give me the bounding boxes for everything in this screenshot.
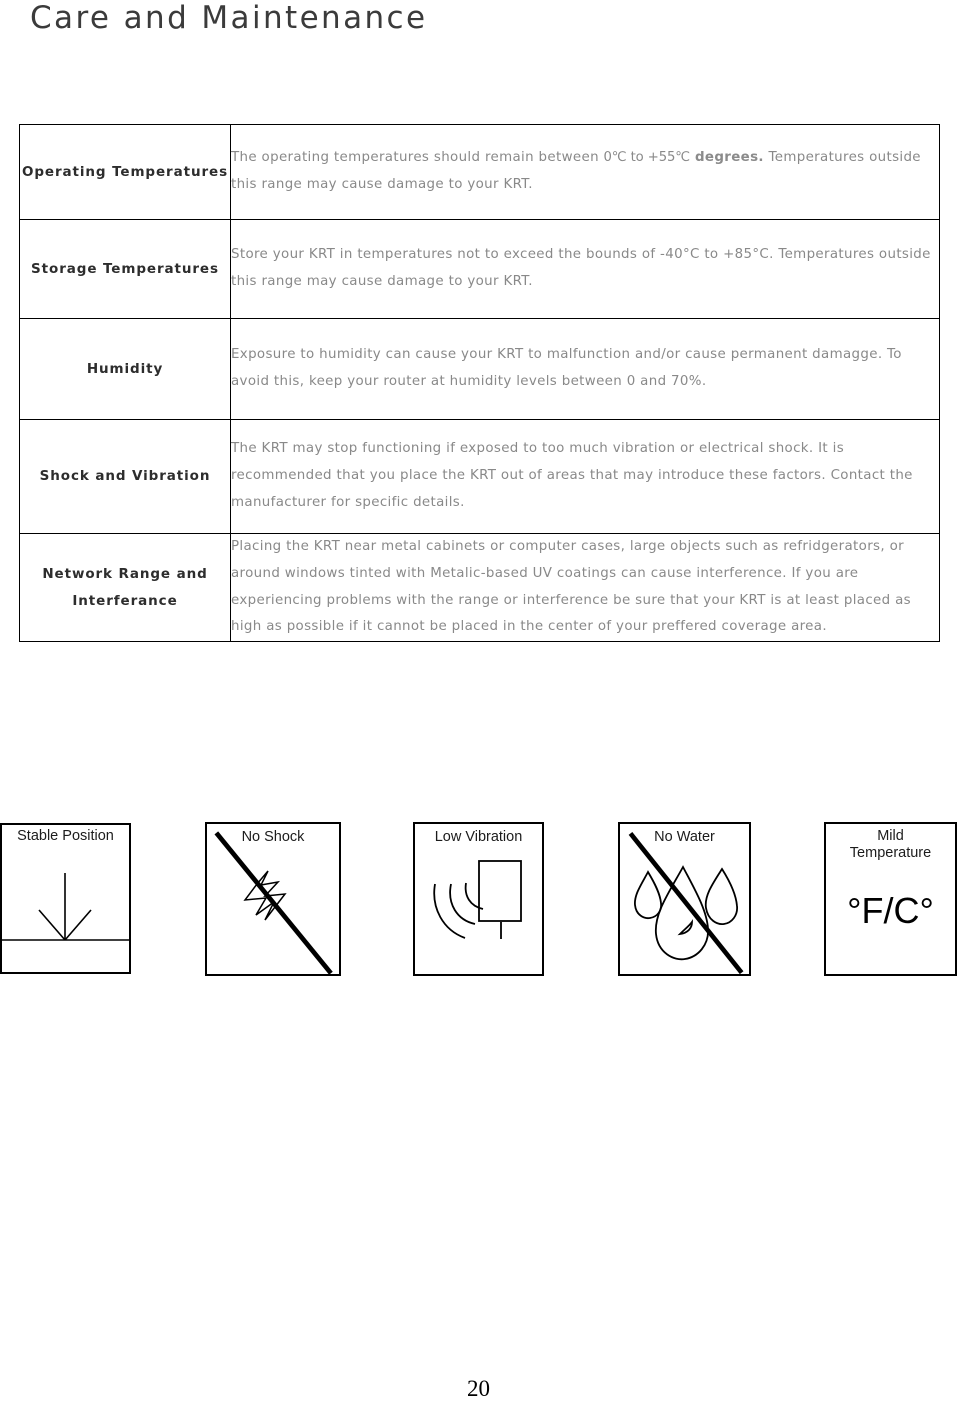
down-arrow-on-ground-icon (0, 873, 131, 941)
row-body-shock-and-vibration: The KRT may stop functioning if exposed … (230, 419, 940, 534)
row-label-line-2: Interferance (72, 592, 178, 609)
icon-caption-line-2: Temperature (849, 845, 932, 862)
page-number: 20 (467, 1376, 490, 1401)
row-label-humidity: Humidity (19, 318, 231, 420)
care-and-maintenance-table: Operating Temperatures The operating tem… (19, 124, 940, 643)
row-text-celsius-range: 0℃ to +55℃ (603, 150, 691, 166)
row-label-line-1: Network Range and (42, 566, 208, 583)
row-label-operating-temperatures: Operating Temperatures (19, 124, 231, 220)
icon-caption-low-vibration: Low Vibration (434, 829, 523, 845)
care-icon-strip: Stable Position No Shock Low Vibration N… (0, 790, 957, 1040)
row-label-network-range-and-interferance: Network Range and Interferance (19, 532, 231, 643)
icon-caption-line-1: Mild (877, 828, 904, 844)
icon-caption-stable-position: Stable Position (17, 828, 114, 844)
table-row: Storage Temperatures Store your KRT in t… (19, 219, 940, 319)
icon-caption-no-water: No Water (654, 829, 715, 845)
row-label-storage-temperatures: Storage Temperatures (19, 219, 231, 319)
table-row: Humidity Exposure to humidity can cause … (19, 318, 940, 420)
row-label-shock-and-vibration: Shock and Vibration (19, 419, 231, 534)
table-row: Operating Temperatures The operating tem… (19, 124, 940, 220)
icon-caption-mild-temperature: Mild Temperature (824, 828, 957, 863)
icon-caption-no-shock: No Shock (241, 829, 305, 845)
row-text-degrees: degrees. (689, 150, 764, 166)
row-body-storage-temperatures: Store your KRT in temperatures not to ex… (230, 219, 940, 319)
row-text-part-a: The operating temperatures should remain… (231, 150, 604, 166)
row-body-network-range-and-interferance: Placing the KRT near metal cabinets or c… (230, 532, 940, 643)
row-body-humidity: Exposure to humidity can cause your KRT … (230, 318, 940, 420)
page-title: Care and Maintenance (30, 0, 428, 36)
temperature-text-icon: °F/C° (847, 890, 934, 931)
table-row: Shock and Vibration The KRT may stop fun… (19, 419, 940, 534)
row-body-operating-temperatures: The operating temperatures should remain… (230, 124, 940, 220)
table-row: Network Range and Interferance Placing t… (19, 532, 940, 643)
